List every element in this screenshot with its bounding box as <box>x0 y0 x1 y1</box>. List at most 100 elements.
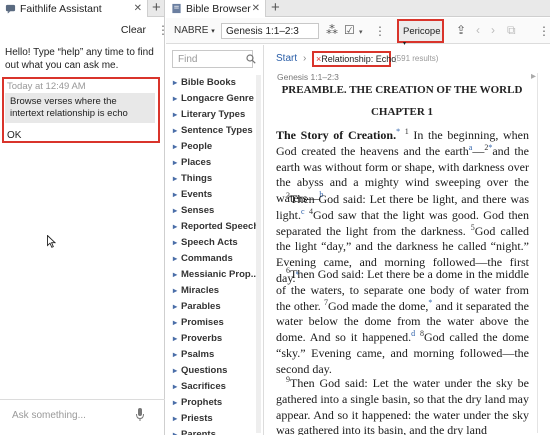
expand-arrow-icon[interactable]: ▸ <box>173 318 181 327</box>
verse-text: God made the dome, <box>327 298 429 313</box>
expand-arrow-icon[interactable]: ▸ <box>173 382 181 391</box>
verse-text: Then God said: Let the water under the s… <box>276 376 529 435</box>
facet-item[interactable]: ▸ Promises <box>173 317 224 328</box>
tab-title: Faithlife Assistant <box>20 2 102 15</box>
ask-input[interactable]: Ask something... <box>12 410 86 421</box>
footnote-marker[interactable]: * <box>396 127 400 136</box>
find-input[interactable]: Find <box>172 50 256 68</box>
facet-item[interactable]: ▸ Sacrifices <box>173 381 226 392</box>
expand-arrow-icon[interactable]: ▸ <box>173 206 181 215</box>
expand-arrow-icon[interactable]: ▸ <box>173 270 181 279</box>
facet-item[interactable]: ▸ Senses <box>173 205 214 216</box>
expand-arrow-icon[interactable]: ▸ <box>173 238 181 247</box>
facet-item[interactable]: ▸ Longacre Genre <box>173 93 254 104</box>
message-timestamp: Today at 12:49 AM <box>7 81 86 92</box>
facet-item[interactable]: ▸ Reported Speech <box>173 221 259 232</box>
expand-arrow-icon[interactable]: ▸ <box>173 94 181 103</box>
expand-arrow-icon[interactable]: ▸ <box>173 414 181 423</box>
bible-browser-icon <box>172 3 181 14</box>
facet-label: Literary Types <box>181 109 246 120</box>
expand-arrow-icon[interactable]: ▸ <box>173 430 181 435</box>
close-tab-icon[interactable]: ✕ <box>252 3 260 14</box>
version-dropdown[interactable]: NABRE ▾ <box>174 25 215 36</box>
tab-faithlife-assistant[interactable]: Faithlife Assistant ✕ <box>0 0 148 17</box>
expand-arrow-icon[interactable]: ▸ <box>173 158 181 167</box>
version-label: NABRE <box>174 25 209 36</box>
facet-item[interactable]: ▸ People <box>173 141 212 152</box>
facet-item[interactable]: ▸ Things <box>173 173 212 184</box>
history-icon[interactable]: ⧉ <box>507 24 516 36</box>
facet-item[interactable]: ▸ Psalms <box>173 349 214 360</box>
faithlife-assistant-panel: Faithlife Assistant ✕ + Clear ⋮ Hello! T… <box>0 0 169 435</box>
expand-arrow-icon[interactable]: ▸ <box>173 302 181 311</box>
facet-label: Speech Acts <box>181 237 238 248</box>
facet-label: Parables <box>181 301 221 312</box>
new-tab-button[interactable]: + <box>152 0 161 16</box>
facet-label: Promises <box>181 317 224 328</box>
tab-bible-browser[interactable]: Bible Browser ✕ <box>166 0 266 17</box>
visual-filter-icon[interactable]: ⁂ <box>326 24 338 36</box>
facet-item[interactable]: ▸ Proverbs <box>173 333 222 344</box>
expand-arrow-icon[interactable]: ▸ <box>173 334 181 343</box>
sidebar-scrollbar[interactable] <box>256 75 261 433</box>
checkbox-filter-icon[interactable]: ☑ <box>344 24 355 36</box>
more-options-icon[interactable]: ⋮ <box>374 25 386 37</box>
breadcrumb-separator: › <box>303 53 307 64</box>
clear-button[interactable]: Clear <box>121 24 146 36</box>
facet-sidebar: Find ▸ Bible Books ▸ Longacre Genre ▸ Literar… <box>166 45 264 435</box>
reference-input[interactable]: Genesis 1:1–2:3 <box>221 23 319 39</box>
facet-item[interactable]: ▸ Miracles <box>173 285 219 296</box>
facet-item[interactable]: ▸ Places <box>173 157 211 168</box>
new-tab-button[interactable]: + <box>271 0 280 16</box>
expand-arrow-icon[interactable]: ▸ <box>173 190 181 199</box>
result-count: (591 results) <box>394 54 439 63</box>
gear-icon[interactable]: ▸ <box>531 71 536 82</box>
breadcrumb-start-link[interactable]: Start <box>276 53 297 64</box>
expand-arrow-icon[interactable]: ▸ <box>173 222 181 231</box>
relationship-filter-chip[interactable]: ×Relationship: Echo <box>312 51 396 67</box>
facet-item[interactable]: ▸ Literary Types <box>173 109 245 120</box>
facet-item[interactable]: ▸ Questions <box>173 365 227 376</box>
back-arrow-icon[interactable]: ‹ <box>476 24 480 36</box>
expand-arrow-icon[interactable]: ▸ <box>173 350 181 359</box>
facet-item[interactable]: ▸ Bible Books <box>173 77 236 88</box>
expand-arrow-icon[interactable]: ▸ <box>173 398 181 407</box>
facet-label: Miracles <box>181 285 220 296</box>
facet-item[interactable]: ▸ Commands <box>173 253 233 264</box>
chapter-title: CHAPTER 1 <box>370 106 434 118</box>
forward-arrow-icon[interactable]: › <box>491 24 495 36</box>
footnote-marker[interactable]: c <box>301 207 305 216</box>
facet-item[interactable]: ▸ Sentence Types <box>173 125 253 136</box>
expand-arrow-icon[interactable]: ▸ <box>173 126 181 135</box>
facet-item[interactable]: ▸ Speech Acts <box>173 237 238 248</box>
verse-range: Genesis 1:1–2:3 <box>277 72 339 82</box>
expand-arrow-icon[interactable]: ▸ <box>173 366 181 375</box>
facet-label: Sentence Types <box>181 125 253 136</box>
pericope-button[interactable]: Pericope ▾ <box>397 19 444 47</box>
assistant-icon <box>5 4 16 14</box>
share-icon[interactable]: ⇪ <box>456 24 466 36</box>
footnote-marker[interactable]: d <box>411 329 415 338</box>
facet-item[interactable]: ▸ Messianic Prop... <box>173 269 259 280</box>
panel-menu-icon[interactable]: ⋮ <box>538 25 550 37</box>
facet-item[interactable]: ▸ Parables <box>173 301 221 312</box>
browser-tab-bar: Bible Browser ✕ + <box>166 0 550 17</box>
facet-item[interactable]: ▸ Events <box>173 189 212 200</box>
expand-arrow-icon[interactable]: ▸ <box>173 254 181 263</box>
chevron-down-icon[interactable]: ▾ <box>359 27 363 39</box>
expand-arrow-icon[interactable]: ▸ <box>173 174 181 183</box>
facet-label: Psalms <box>181 349 215 360</box>
assistant-greeting: Hello! Type “help” any time to find out … <box>5 47 154 71</box>
expand-arrow-icon[interactable]: ▸ <box>173 110 181 119</box>
facet-item[interactable]: ▸ Priests <box>173 413 213 424</box>
ask-something-box[interactable]: Ask something... <box>0 399 165 435</box>
facet-item[interactable]: ▸ Prophets <box>173 397 222 408</box>
text-scrollbar[interactable] <box>537 73 538 433</box>
microphone-icon[interactable] <box>135 407 145 423</box>
expand-arrow-icon[interactable]: ▸ <box>173 286 181 295</box>
close-tab-icon[interactable]: ✕ <box>134 3 142 14</box>
expand-arrow-icon[interactable]: ▸ <box>173 78 181 87</box>
expand-arrow-icon[interactable]: ▸ <box>173 142 181 151</box>
facet-label: Questions <box>181 365 228 376</box>
facet-item[interactable]: ▸ Parents <box>173 429 216 435</box>
